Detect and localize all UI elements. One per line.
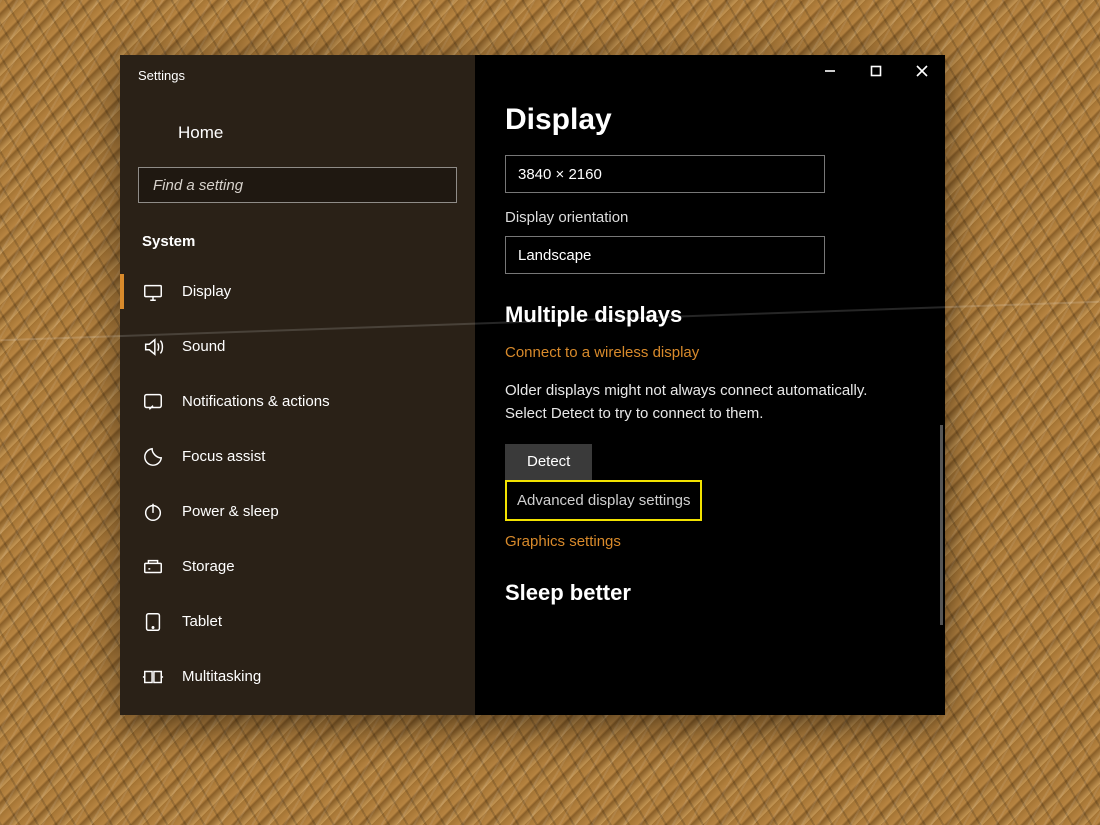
scrollbar[interactable] bbox=[940, 425, 943, 625]
sleep-better-heading: Sleep better bbox=[505, 580, 915, 606]
close-button[interactable] bbox=[899, 55, 945, 87]
sidebar: Settings Home System bbox=[120, 55, 475, 715]
search-icon bbox=[430, 175, 446, 196]
sidebar-item-storage[interactable]: Storage bbox=[120, 539, 475, 594]
search-field[interactable] bbox=[153, 177, 430, 194]
settings-window: Settings Home System bbox=[120, 55, 945, 715]
speaker-icon bbox=[142, 336, 164, 358]
sidebar-item-sound[interactable]: Sound bbox=[120, 319, 475, 374]
highlight-annotation: Advanced display settings bbox=[505, 480, 702, 521]
sidebar-item-focus-assist[interactable]: Focus assist bbox=[120, 429, 475, 484]
moon-icon bbox=[142, 446, 164, 468]
category-label: System bbox=[120, 203, 475, 264]
home-label: Home bbox=[178, 123, 223, 143]
maximize-button[interactable] bbox=[853, 55, 899, 87]
window-title: Settings bbox=[120, 55, 475, 95]
home-button[interactable]: Home bbox=[120, 95, 475, 167]
sidebar-item-label: Display bbox=[182, 283, 231, 300]
nav-list: Display Sound Notifications & actions bbox=[120, 264, 475, 715]
chevron-down-icon bbox=[798, 165, 812, 183]
wireless-display-link[interactable]: Connect to a wireless display bbox=[505, 344, 915, 361]
sidebar-item-label: Focus assist bbox=[182, 448, 265, 465]
monitor-icon bbox=[142, 281, 164, 303]
page-title: Display bbox=[505, 103, 915, 137]
detect-description: Older displays might not always connect … bbox=[505, 379, 875, 426]
orientation-dropdown[interactable]: Landscape bbox=[505, 236, 825, 274]
orientation-label: Display orientation bbox=[505, 209, 915, 226]
resolution-value: 3840 × 2160 bbox=[518, 166, 602, 183]
sidebar-item-label: Multitasking bbox=[182, 668, 261, 685]
sidebar-item-tablet[interactable]: Tablet bbox=[120, 594, 475, 649]
orientation-value: Landscape bbox=[518, 247, 591, 264]
sidebar-item-display[interactable]: Display bbox=[120, 264, 475, 319]
home-icon bbox=[142, 123, 162, 143]
notifications-icon bbox=[142, 391, 164, 413]
multitasking-icon bbox=[142, 666, 164, 688]
sidebar-item-label: Tablet bbox=[182, 613, 222, 630]
chevron-down-icon bbox=[798, 246, 812, 264]
sidebar-item-label: Storage bbox=[182, 558, 235, 575]
search-input[interactable] bbox=[138, 167, 457, 203]
graphics-settings-link[interactable]: Graphics settings bbox=[505, 533, 915, 550]
resolution-dropdown[interactable]: 3840 × 2160 bbox=[505, 155, 825, 193]
advanced-display-settings-link[interactable]: Advanced display settings bbox=[507, 482, 700, 519]
sidebar-item-label: Sound bbox=[182, 338, 225, 355]
storage-icon bbox=[142, 556, 164, 578]
sidebar-item-power-sleep[interactable]: Power & sleep bbox=[120, 484, 475, 539]
desktop-background: Settings Home System bbox=[0, 0, 1100, 825]
power-icon bbox=[142, 501, 164, 523]
detect-button[interactable]: Detect bbox=[505, 444, 592, 480]
sidebar-item-label: Power & sleep bbox=[182, 503, 279, 520]
sidebar-item-label: Notifications & actions bbox=[182, 393, 330, 410]
sidebar-item-notifications[interactable]: Notifications & actions bbox=[120, 374, 475, 429]
content-pane: Display 3840 × 2160 Display orientation … bbox=[475, 55, 945, 715]
minimize-button[interactable] bbox=[807, 55, 853, 87]
sidebar-item-multitasking[interactable]: Multitasking bbox=[120, 649, 475, 704]
tablet-icon bbox=[142, 611, 164, 633]
page-body: Display 3840 × 2160 Display orientation … bbox=[475, 95, 945, 715]
window-controls bbox=[475, 55, 945, 95]
multiple-displays-heading: Multiple displays bbox=[505, 302, 915, 328]
